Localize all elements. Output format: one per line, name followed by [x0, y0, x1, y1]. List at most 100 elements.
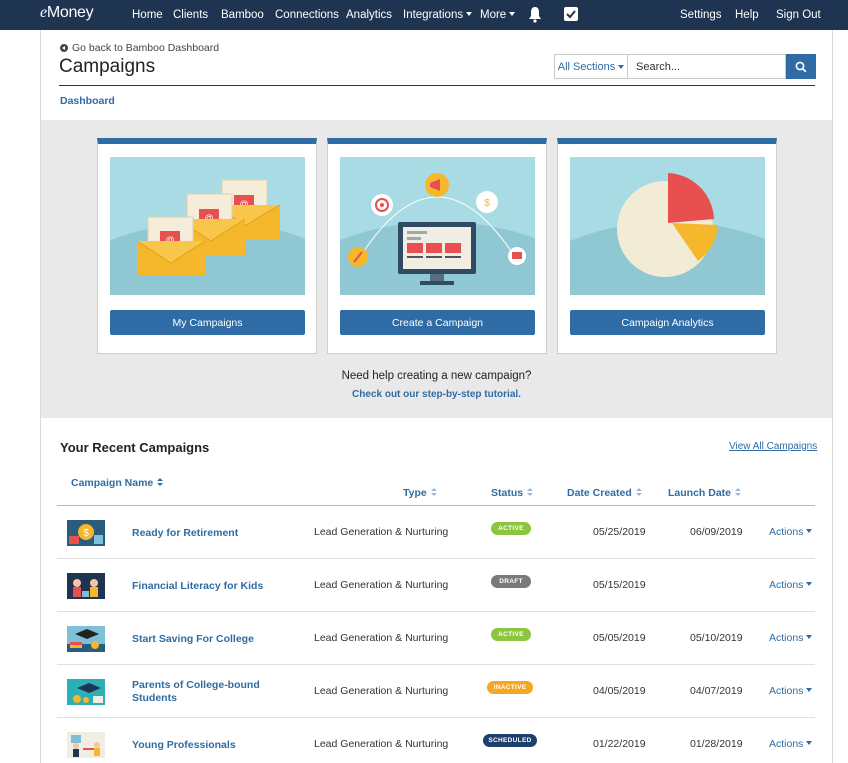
campaign-thumbnail: $	[67, 520, 105, 546]
table-row: Financial Literacy for Kids Lead Generat…	[57, 559, 815, 612]
card-create-campaign: $ Create a Campaign	[327, 138, 547, 354]
computer-illustration: $	[340, 157, 535, 295]
sort-icon	[430, 488, 437, 497]
breadcrumb-dashboard[interactable]: Dashboard	[60, 95, 115, 107]
chevron-down-icon	[806, 741, 813, 745]
campaign-type: Lead Generation & Nurturing	[314, 738, 449, 750]
actions-dropdown[interactable]: Actions	[769, 738, 813, 750]
chevron-down-icon	[618, 64, 625, 69]
launch-date: 04/07/2019	[690, 685, 743, 697]
nav-clients[interactable]: Clients	[173, 9, 208, 21]
checkbox-icon[interactable]	[564, 7, 578, 21]
column-header-launch-date[interactable]: Launch Date	[668, 487, 742, 499]
chevron-down-icon	[509, 12, 516, 16]
campaign-type: Lead Generation & Nurturing	[314, 526, 449, 538]
table-row: Young Professionals Lead Generation & Nu…	[57, 718, 815, 763]
launch-date: 01/28/2019	[690, 738, 743, 750]
table-row: Start Saving For College Lead Generation…	[57, 612, 815, 665]
actions-label: Actions	[769, 526, 804, 538]
column-label: Campaign Name	[71, 477, 154, 489]
top-nav: eMoney Home Clients Bamboo Connections A…	[0, 0, 848, 30]
my-campaigns-button[interactable]: My Campaigns	[110, 310, 305, 335]
search-button[interactable]	[786, 54, 816, 79]
status-badge: SCHEDULED	[483, 734, 537, 747]
campaign-name-link[interactable]: Start Saving For College	[132, 633, 272, 646]
pie-chart-illustration	[570, 157, 765, 295]
column-header-status[interactable]: Status	[491, 487, 534, 499]
envelopes-illustration: @ @ @	[110, 157, 305, 295]
column-header-type[interactable]: Type	[403, 487, 437, 499]
tutorial-link[interactable]: Check out our step-by-step tutorial.	[41, 389, 832, 400]
launch-date: 06/09/2019	[690, 526, 743, 538]
nav-sign-out[interactable]: Sign Out	[776, 9, 821, 21]
actions-dropdown[interactable]: Actions	[769, 632, 813, 644]
actions-label: Actions	[769, 632, 804, 644]
chevron-down-icon	[806, 688, 813, 692]
page-title: Campaigns	[59, 56, 156, 77]
emoney-logo[interactable]: eMoney	[40, 4, 94, 22]
card-my-campaigns: @ @ @ My Campaigns	[97, 138, 317, 354]
view-all-campaigns-link[interactable]: View All Campaigns	[729, 441, 817, 452]
back-to-dashboard-link[interactable]: Go back to Bamboo Dashboard	[60, 42, 219, 54]
help-text: Need help creating a new campaign?	[341, 370, 532, 382]
campaign-thumbnail	[67, 679, 105, 705]
campaign-name-link[interactable]: Ready for Retirement	[132, 527, 272, 540]
nav-connections[interactable]: Connections	[275, 9, 339, 21]
actions-label: Actions	[769, 685, 804, 697]
create-campaign-button[interactable]: Create a Campaign	[340, 310, 535, 335]
chevron-down-icon	[806, 582, 813, 586]
search-input[interactable]	[627, 54, 786, 79]
search-bar: All Sections	[554, 54, 816, 79]
sort-icon	[635, 488, 642, 497]
sections-label: All Sections	[557, 60, 616, 73]
status-badge: ACTIVE	[491, 522, 531, 535]
date-created: 05/05/2019	[593, 632, 646, 644]
campaign-name-link[interactable]: Parents of College-bound Students	[132, 679, 272, 705]
campaign-name-link[interactable]: Young Professionals	[132, 739, 272, 752]
table-row: $ Ready for Retirement Lead Generation &…	[57, 506, 815, 559]
nav-home[interactable]: Home	[132, 9, 163, 21]
actions-label: Actions	[769, 738, 804, 750]
nav-analytics[interactable]: Analytics	[346, 9, 392, 21]
date-created: 05/15/2019	[593, 579, 646, 591]
svg-text:$: $	[83, 528, 89, 539]
campaign-type: Lead Generation & Nurturing	[314, 579, 449, 591]
nav-help[interactable]: Help	[735, 9, 759, 21]
campaign-thumbnail	[67, 732, 105, 758]
column-header-date-created[interactable]: Date Created	[567, 487, 642, 499]
recent-campaigns-title: Your Recent Campaigns	[60, 440, 210, 455]
campaign-analytics-button[interactable]: Campaign Analytics	[570, 310, 765, 335]
nav-integrations[interactable]: Integrations	[403, 9, 473, 21]
nav-more[interactable]: More	[480, 9, 516, 21]
status-badge: INACTIVE	[487, 681, 533, 694]
date-created: 05/25/2019	[593, 526, 646, 538]
campaign-name-link[interactable]: Financial Literacy for Kids	[132, 580, 272, 593]
sort-icon	[157, 478, 164, 487]
column-label: Status	[491, 487, 524, 499]
column-label: Launch Date	[668, 487, 732, 499]
date-created: 01/22/2019	[593, 738, 646, 750]
bell-icon[interactable]	[528, 6, 542, 23]
frame-border-right	[832, 30, 833, 763]
actions-dropdown[interactable]: Actions	[769, 685, 813, 697]
back-arrow-icon	[60, 44, 68, 52]
column-header-name[interactable]: Campaign Name	[71, 477, 164, 489]
all-sections-dropdown[interactable]: All Sections	[554, 54, 627, 79]
campaign-thumbnail	[67, 573, 105, 599]
sort-icon	[527, 488, 534, 497]
status-badge: ACTIVE	[491, 628, 531, 641]
campaign-type: Lead Generation & Nurturing	[314, 632, 449, 644]
date-created: 04/05/2019	[593, 685, 646, 697]
actions-dropdown[interactable]: Actions	[769, 526, 813, 538]
launch-date: 05/10/2019	[690, 632, 743, 644]
nav-bamboo[interactable]: Bamboo	[221, 9, 264, 21]
actions-label: Actions	[769, 579, 804, 591]
status-badge: DRAFT	[491, 575, 531, 588]
sort-icon	[735, 488, 742, 497]
back-link-label[interactable]: Go back to Bamboo Dashboard	[72, 42, 219, 54]
table-row: Parents of College-bound Students Lead G…	[57, 665, 815, 718]
nav-settings[interactable]: Settings	[680, 9, 722, 21]
actions-dropdown[interactable]: Actions	[769, 579, 813, 591]
campaign-thumbnail	[67, 626, 105, 652]
chevron-down-icon	[806, 635, 813, 639]
